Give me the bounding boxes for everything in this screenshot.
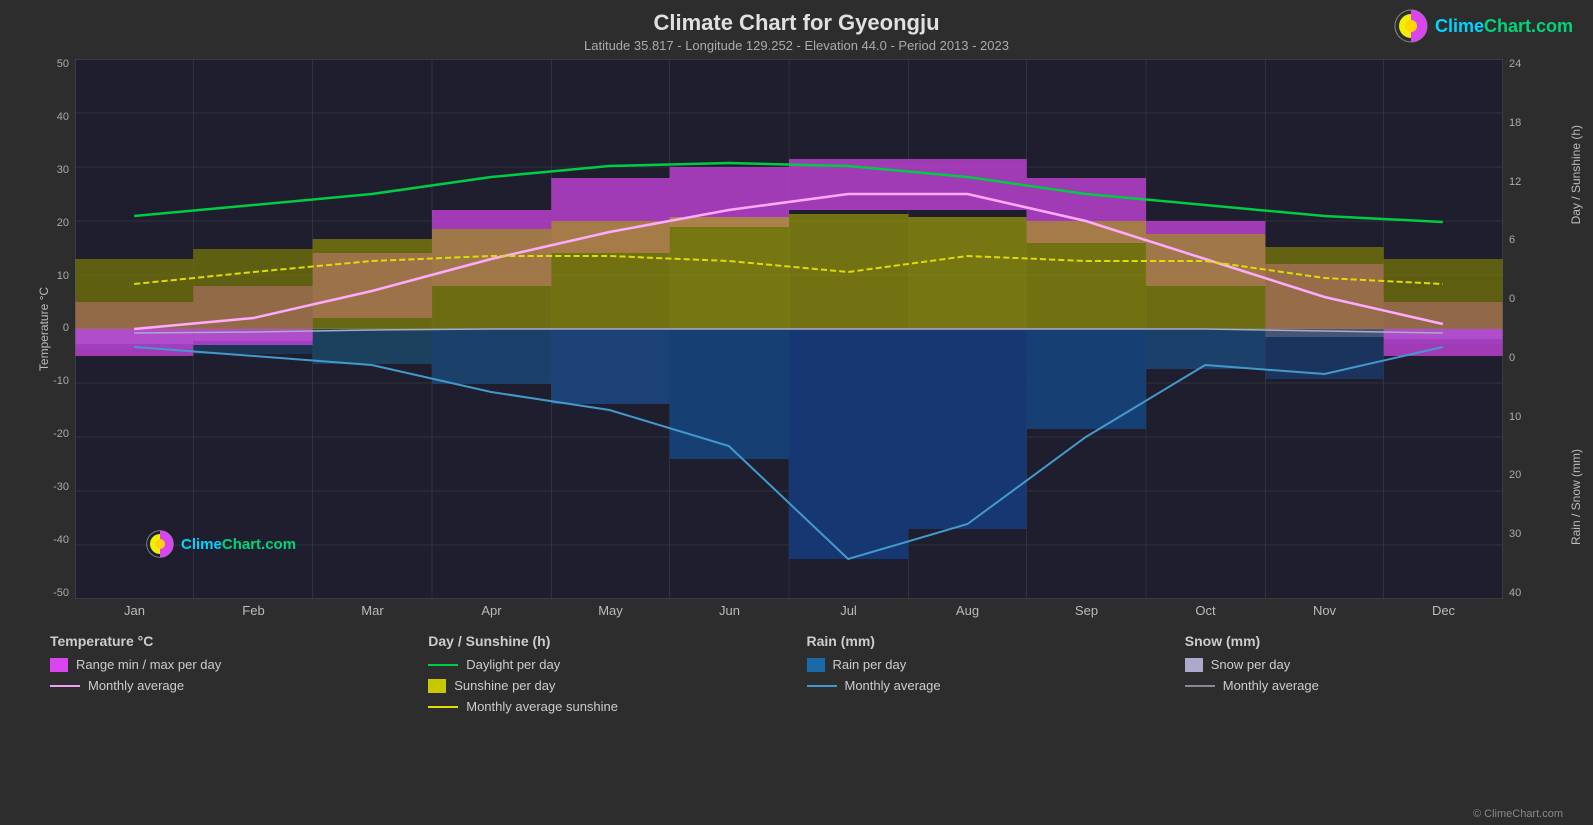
x-tick-jun: Jun (680, 603, 780, 618)
legend-rain-avg-label: Monthly average (845, 678, 941, 693)
legend-temperature: Temperature °C Range min / max per day M… (40, 628, 418, 725)
y-axis-right: 24 18 12 6 0 0 10 20 30 40 (1503, 59, 1573, 599)
x-tick-dec: Dec (1394, 603, 1494, 618)
legend-daylight: Daylight per day (428, 657, 786, 672)
y-tick-right-18: 18 (1509, 118, 1521, 129)
legend-temp-avg-line (50, 685, 80, 687)
x-tick-jan: Jan (85, 603, 185, 618)
legend-sunshine-color (428, 679, 446, 693)
right-axis-label-rain: Rain / Snow (mm) (1569, 449, 1583, 545)
y-tick-right-24: 24 (1509, 59, 1521, 70)
copyright: © ClimeChart.com (1473, 808, 1563, 820)
legend-snow-title: Snow (mm) (1185, 633, 1543, 649)
y-axis-left-label: Temperature °C (37, 287, 51, 371)
legend-rain-avg: Monthly average (807, 678, 1165, 693)
y-tick-neg10: -10 (53, 376, 69, 387)
watermark-green: Chart.com (1484, 16, 1573, 36)
legend-temp-range-label: Range min / max per day (76, 657, 221, 672)
legend-temp-avg-label: Monthly average (88, 678, 184, 693)
legend-temp-range: Range min / max per day (50, 657, 408, 672)
x-tick-may: May (561, 603, 661, 618)
y-tick-right-6: 6 (1509, 235, 1515, 246)
y-tick-20: 20 (57, 218, 69, 229)
legend-snow-label: Snow per day (1211, 657, 1291, 672)
legend-rain: Rain (mm) Rain per day Monthly average (797, 628, 1175, 725)
x-tick-feb: Feb (204, 603, 304, 618)
watermark-text-bottom: ClimeChart.com (181, 536, 296, 553)
legend-snow-per-day: Snow per day (1185, 657, 1543, 672)
legend-sunshine-swatch: Sunshine per day (428, 678, 786, 693)
chart-title: Climate Chart for Gyeongju (20, 10, 1573, 36)
legend-snow-avg-label: Monthly average (1223, 678, 1319, 693)
logo-icon (1393, 8, 1429, 44)
x-tick-oct: Oct (1156, 603, 1256, 618)
y-tick-neg30: -30 (53, 482, 69, 493)
legend-snow-avg: Monthly average (1185, 678, 1543, 693)
watermark-bottom-left: ClimeChart.com (145, 529, 296, 559)
legend-rain-title: Rain (mm) (807, 633, 1165, 649)
legend-temp-title: Temperature °C (50, 633, 408, 649)
chart-subtitle: Latitude 35.817 - Longitude 129.252 - El… (20, 38, 1573, 53)
legend-temp-range-swatch (50, 658, 68, 672)
legend-sunshine: Day / Sunshine (h) Daylight per day Suns… (418, 628, 796, 725)
y-tick-right-10: 10 (1509, 412, 1521, 423)
y-tick-40: 40 (57, 112, 69, 123)
legend-rain-per-day: Rain per day (807, 657, 1165, 672)
legend-temp-avg: Monthly average (50, 678, 408, 693)
y-tick-right-0b: 0 (1509, 353, 1515, 364)
x-tick-jul: Jul (799, 603, 899, 618)
right-axis-label-sunshine: Day / Sunshine (h) (1569, 125, 1583, 224)
y-tick-right-40: 40 (1509, 588, 1521, 599)
main-chart-svg (75, 59, 1503, 599)
y-axis-left: Temperature °C 50 40 30 20 10 0 -10 -20 … (20, 59, 75, 599)
legend-sunshine-label: Sunshine per day (454, 678, 555, 693)
y-tick-10: 10 (57, 271, 69, 282)
y-tick-right-12: 12 (1509, 177, 1521, 188)
x-axis: Jan Feb Mar Apr May Jun Jul Aug Sep Oct … (20, 599, 1573, 618)
legend-daylight-line (428, 664, 458, 666)
legend-rain-label: Rain per day (833, 657, 907, 672)
legend-sunshine-avg-label: Monthly average sunshine (466, 699, 618, 714)
x-tick-mar: Mar (323, 603, 423, 618)
y-tick-50: 50 (57, 59, 69, 70)
y-tick-right-20: 20 (1509, 470, 1521, 481)
legend-snow-swatch (1185, 658, 1203, 672)
y-tick-neg40: -40 (53, 535, 69, 546)
x-tick-sep: Sep (1037, 603, 1137, 618)
legend-sunshine-avg: Monthly average sunshine (428, 699, 786, 714)
chart-area-wrapper: Temperature °C 50 40 30 20 10 0 -10 -20 … (20, 59, 1573, 599)
logo-icon-bottom (145, 529, 175, 559)
chart-plot: ClimeChart.com (75, 59, 1503, 599)
watermark-cyan: Clime (1435, 16, 1484, 36)
legend-rain-avg-line (807, 685, 837, 687)
legend-snow: Snow (mm) Snow per day Monthly average (1175, 628, 1553, 725)
x-tick-aug: Aug (918, 603, 1018, 618)
watermark-text-top: ClimeChart.com (1435, 16, 1573, 37)
legend-area: Temperature °C Range min / max per day M… (20, 618, 1573, 725)
y-tick-30: 30 (57, 165, 69, 176)
x-tick-apr: Apr (442, 603, 542, 618)
legend-rain-swatch (807, 658, 825, 672)
legend-snow-avg-line (1185, 685, 1215, 687)
y-tick-neg50: -50 (53, 588, 69, 599)
y-tick-right-0a: 0 (1509, 294, 1515, 305)
y-tick-0: 0 (63, 323, 69, 334)
chart-container: Climate Chart for Gyeongju Latitude 35.8… (0, 0, 1593, 825)
x-tick-nov: Nov (1275, 603, 1375, 618)
legend-daylight-label: Daylight per day (466, 657, 560, 672)
legend-sunshine-avg-line (428, 706, 458, 708)
y-tick-neg20: -20 (53, 429, 69, 440)
legend-sunshine-title: Day / Sunshine (h) (428, 633, 786, 649)
watermark-top: ClimeChart.com (1393, 8, 1573, 44)
y-tick-right-30: 30 (1509, 529, 1521, 540)
